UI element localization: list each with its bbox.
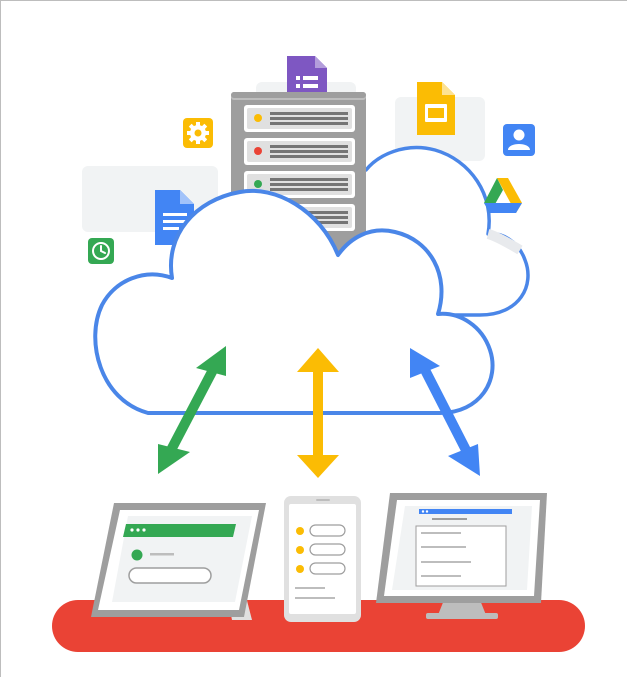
google-slides-icon	[417, 82, 455, 135]
tablet	[91, 503, 266, 620]
google-drive-icon	[484, 178, 522, 213]
phone	[284, 496, 361, 622]
settings-icon	[183, 118, 213, 148]
clock-icon	[88, 238, 114, 264]
contacts-icon	[503, 124, 535, 156]
server-unit-1	[244, 105, 355, 132]
google-forms-icon	[287, 56, 327, 95]
cloud-sync-diagram	[52, 56, 585, 652]
server-unit-2	[244, 138, 355, 165]
desktop-monitor	[376, 493, 547, 619]
